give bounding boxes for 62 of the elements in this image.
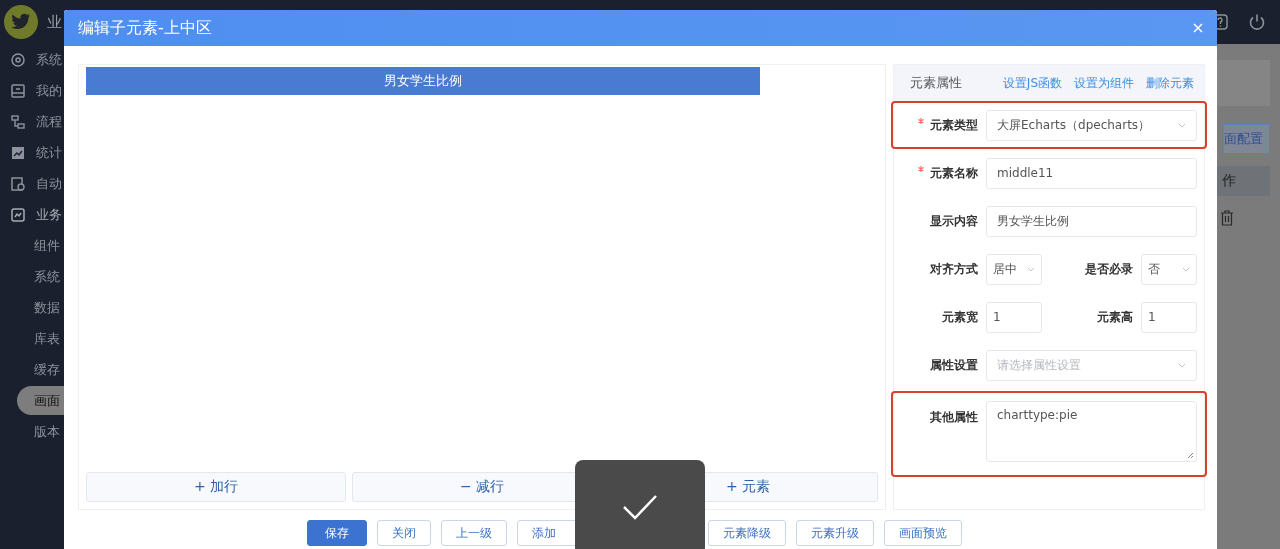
dialog-title: 编辑子元素-上中区 bbox=[78, 17, 212, 39]
close-button[interactable] bbox=[1193, 23, 1203, 33]
sidebar-item[interactable]: 统计 bbox=[0, 137, 64, 168]
field-label: 对齐方式 bbox=[929, 260, 979, 278]
menu-item-icon bbox=[10, 175, 26, 192]
action-link[interactable]: 删除元素 bbox=[1146, 74, 1194, 92]
required-mark-icon bbox=[918, 165, 924, 172]
submenu-item[interactable]: 画面 bbox=[17, 386, 64, 415]
field-label: 元素名称 bbox=[896, 164, 986, 182]
checkmark-icon bbox=[622, 494, 658, 520]
textarea-field[interactable]: charttype:pie bbox=[986, 401, 1197, 462]
field-label: 是否必录 bbox=[1084, 260, 1134, 278]
input-field[interactable]: middle11 bbox=[986, 157, 1197, 189]
input-field[interactable]: 男女学生比例 bbox=[986, 205, 1197, 237]
field-label: 其他属性 bbox=[929, 409, 979, 426]
menu-item-icon bbox=[10, 113, 26, 130]
required-mark-icon bbox=[918, 117, 924, 124]
sidebar-item[interactable]: 流程 bbox=[0, 106, 64, 137]
footer-button[interactable]: 关闭 bbox=[377, 520, 431, 546]
footer-button[interactable]: 画面预览 bbox=[884, 520, 962, 546]
resize-grip-icon bbox=[1187, 452, 1194, 459]
menu-item-icon bbox=[10, 51, 26, 68]
sidebar-item[interactable]: 系统 bbox=[0, 44, 64, 75]
input-field[interactable]: 1 bbox=[986, 301, 1042, 333]
select-field[interactable]: 大屏Echarts（dpecharts） bbox=[986, 109, 1197, 141]
caret-icon bbox=[1178, 122, 1186, 128]
action-link[interactable]: 设置JS函数 bbox=[1002, 74, 1062, 92]
footer-button[interactable]: 保存 bbox=[307, 520, 367, 546]
submenu-item[interactable]: 缓存 bbox=[0, 354, 64, 385]
power-icon[interactable] bbox=[1248, 13, 1266, 31]
menu-item-icon bbox=[10, 206, 26, 223]
caret-icon bbox=[1027, 266, 1035, 272]
caret-icon bbox=[1182, 266, 1190, 272]
row-action-button[interactable]: + 加行 bbox=[86, 472, 346, 502]
footer-button[interactable]: 元素降级 bbox=[708, 520, 786, 546]
trash-icon[interactable] bbox=[1220, 210, 1234, 226]
sidebar-item[interactable]: 自动 bbox=[0, 168, 64, 199]
submenu-item[interactable]: 系统 bbox=[0, 261, 64, 292]
footer-button[interactable]: 上一级 bbox=[441, 520, 507, 546]
footer-button[interactable]: 元素升级 bbox=[796, 520, 874, 546]
select-field[interactable]: 否 bbox=[1141, 253, 1197, 285]
bird-logo-icon bbox=[4, 5, 38, 39]
sidebar-item[interactable]: 业务 bbox=[0, 199, 64, 230]
submenu-item[interactable]: 数据 bbox=[0, 292, 64, 323]
select-field[interactable]: 居中 bbox=[986, 253, 1042, 285]
app-title: 业 bbox=[47, 12, 62, 32]
element-title-bar[interactable]: 男女学生比例 bbox=[86, 67, 760, 95]
input-field[interactable]: 1 bbox=[1141, 301, 1197, 333]
submenu-item[interactable]: 版本 bbox=[0, 416, 64, 447]
field-label: 元素高 bbox=[1096, 308, 1134, 326]
field-label: 显示内容 bbox=[929, 212, 979, 230]
panel-title: 元素属性 bbox=[910, 74, 962, 92]
menu-item-icon bbox=[10, 82, 26, 99]
caret-icon bbox=[1178, 362, 1186, 368]
submenu-item[interactable]: 组件 bbox=[0, 230, 64, 261]
sidebar-item[interactable]: 我的 bbox=[0, 75, 64, 106]
menu-item-icon bbox=[10, 144, 26, 161]
field-label: 元素类型 bbox=[896, 116, 986, 134]
submenu-item[interactable]: 库表 bbox=[0, 323, 64, 354]
action-link[interactable]: 设置为组件 bbox=[1074, 74, 1134, 92]
field-label: 属性设置 bbox=[929, 356, 979, 374]
field-label: 元素宽 bbox=[941, 308, 979, 326]
